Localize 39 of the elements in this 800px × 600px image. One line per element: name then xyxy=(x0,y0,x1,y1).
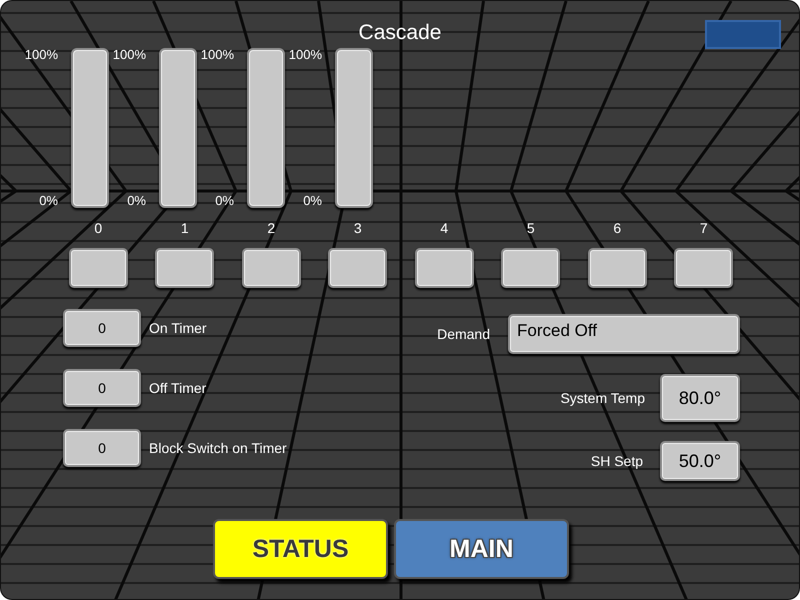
stage-number: 1 xyxy=(180,220,189,236)
stage-indicator xyxy=(155,248,214,288)
stage-indicator xyxy=(68,248,128,288)
stage-indicator xyxy=(328,248,388,288)
timer-value: 0 xyxy=(63,369,141,407)
nav-button[interactable]: MAIN xyxy=(394,519,569,579)
timer-value: 0 xyxy=(63,309,141,347)
scale-label: 100% xyxy=(200,48,234,62)
stage-indicator xyxy=(588,248,647,288)
scale-label: 100% xyxy=(288,48,322,62)
scale-label: 100% xyxy=(24,48,58,62)
timer-label: Block Switch on Timer xyxy=(149,440,287,456)
stage-number: 2 xyxy=(267,220,276,236)
timer-value: 0 xyxy=(63,429,141,467)
scale-label: 0% xyxy=(39,194,58,208)
stage-number: 3 xyxy=(354,220,362,236)
scale-label: 0% xyxy=(127,194,146,208)
scale-label: 100% xyxy=(112,48,146,62)
stage-indicator xyxy=(414,248,474,288)
stage-number: 4 xyxy=(440,220,448,236)
screen-title: Cascade xyxy=(358,21,442,45)
stage-number: 7 xyxy=(700,220,708,236)
scale-label: 0% xyxy=(303,194,322,208)
timer-label: On Timer xyxy=(149,320,207,336)
scale-label: 0% xyxy=(215,194,234,208)
reading-value: 50.0° xyxy=(660,441,740,481)
stage-indicator xyxy=(501,248,560,288)
stage-number: 5 xyxy=(526,220,535,236)
demand-value: Forced Off xyxy=(508,314,740,354)
timer-label: Off Timer xyxy=(149,380,206,396)
stage-number: 6 xyxy=(613,220,622,236)
stage-indicator xyxy=(674,248,734,288)
demand-label: Demand xyxy=(437,326,490,342)
reading-label: SH Setp xyxy=(590,453,643,469)
stage-number: 0 xyxy=(94,220,102,236)
reading-value: 80.0° xyxy=(660,374,740,422)
reading-label: System Temp xyxy=(560,390,645,406)
stage-indicator xyxy=(242,248,301,288)
nav-button[interactable]: STATUS xyxy=(213,519,388,579)
